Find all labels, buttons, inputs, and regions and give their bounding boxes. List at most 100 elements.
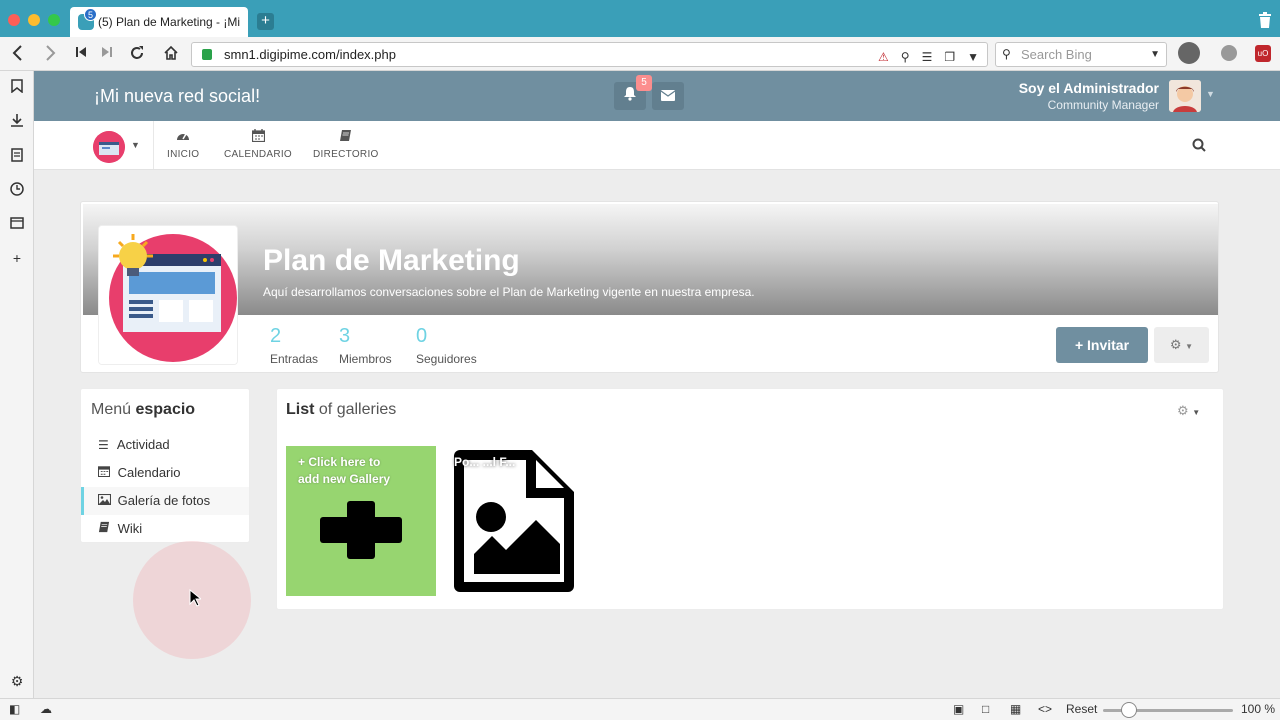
gallery-tile-photos[interactable]: Po... ...l F... [442,446,592,596]
stat-label: Seguidores [416,352,477,366]
menu-item-label: Calendario [117,465,181,480]
chevron-down-icon[interactable]: ▼ [131,140,140,150]
browser-address-bar: smn1.digipime.com/index.php ⚠ ⚲ ☰ ❐ ▼ ⚲ … [0,37,1280,71]
history-icon[interactable] [9,182,25,198]
user-role: Community Manager [1047,98,1159,112]
zoom-slider-handle[interactable] [1121,702,1137,718]
tracker-icon[interactable]: ⚠ [878,46,889,69]
close-window-button[interactable] [8,14,20,26]
invite-button[interactable]: + Invitar [1056,327,1148,363]
notes-icon[interactable] [9,148,25,164]
image-toggle-icon[interactable]: ▦ [1010,702,1021,716]
nav-item-calendario[interactable]: CALENDARIO [224,129,292,160]
browser-tab[interactable]: 5 (5) Plan de Marketing - ¡Mi [70,7,248,37]
nav-item-label: CALENDARIO [224,149,293,160]
gallery-title-rest: of galleries [318,401,397,418]
search-icon: ⚲ [1002,47,1011,61]
profile-icon[interactable] [1178,42,1200,64]
search-placeholder: Search Bing [1021,47,1092,62]
gallery-tile-label: Po... ...l F... [454,455,516,469]
calendar-icon [97,459,114,487]
nav-item-inicio[interactable]: INICIO [167,129,199,160]
messages-button[interactable] [652,82,684,110]
nav-item-label: DIRECTORIO [313,149,379,160]
back-icon[interactable] [8,45,26,63]
stat-label: Miembros [339,352,392,366]
bookmarks-icon[interactable] [9,79,25,95]
reload-icon[interactable] [128,45,146,63]
nav-item-directorio[interactable]: DIRECTORIO [313,129,379,160]
mouse-cursor-icon [189,588,203,612]
dashboard-icon [167,129,199,143]
browser-tab-bar: 5 (5) Plan de Marketing - ¡Mi + [0,0,1280,37]
fast-forward-icon[interactable] [98,45,116,63]
menu-item-calendario[interactable]: Calendario [81,459,249,487]
key-icon[interactable]: ⚲ [901,46,910,69]
search-icon[interactable] [1192,138,1206,155]
camera-icon[interactable]: ▣ [953,702,964,716]
gear-icon: ⚙ [1177,403,1189,418]
chevron-down-icon: ▼ [1192,408,1201,417]
menu-item-label: Wiki [117,521,143,536]
chevron-down-icon[interactable]: ▼ [1206,89,1215,99]
space-chooser-logo[interactable] [93,131,125,163]
tile-icon[interactable]: □ [982,702,989,716]
space-menu: Menú espacio ☰ Actividad Calendario Gale… [80,388,250,543]
nav-divider [153,121,154,169]
list-icon: ☰ [98,438,109,452]
avatar[interactable] [1169,80,1201,112]
url-input[interactable]: smn1.digipime.com/index.php ⚠ ⚲ ☰ ❐ ▼ [191,42,988,67]
new-tab-button[interactable]: + [257,13,274,30]
stat-miembros[interactable]: 3 Miembros [339,324,392,366]
download-icon[interactable] [9,113,25,129]
tab-favicon: 5 [78,8,97,30]
stat-value: 2 [270,325,282,347]
forward-icon[interactable] [42,45,60,63]
code-icon[interactable]: <> [1038,702,1052,716]
trash-icon[interactable] [1258,12,1272,28]
space-description: Aquí desarrollamos conversaciones sobre … [263,285,755,299]
plus-icon-bar [320,517,402,543]
menu-item-label: Galería de fotos [117,493,211,508]
minimize-window-button[interactable] [28,14,40,26]
stat-label: Entradas [270,352,319,366]
space-image [98,225,238,365]
browser-sidebar: + ⚙ [0,71,34,698]
stat-entradas[interactable]: 2 Entradas [270,324,318,366]
menu-title-bold: espacio [135,401,196,418]
site-title[interactable]: ¡Mi nueva red social! [94,86,260,107]
menu-item-actividad[interactable]: ☰ Actividad [81,431,249,459]
add-gallery-label: + Click here to add new Gallery [298,454,390,488]
chevron-down-icon[interactable]: ▼ [967,46,979,69]
gallery-settings-button[interactable]: ⚙ ▼ [1177,403,1200,419]
home-icon[interactable] [162,45,180,63]
stat-seguidores[interactable]: 0 Seguidores [416,324,477,366]
rewind-icon[interactable] [72,45,90,63]
extension-icon[interactable] [1221,45,1237,61]
add-gallery-tile[interactable]: + Click here to add new Gallery [286,446,436,596]
tab-badge: 5 [84,8,97,21]
window-icon[interactable] [9,216,25,232]
cloud-icon[interactable]: ☁ [40,702,52,716]
bookmark-icon[interactable]: ❐ [944,46,955,69]
add-panel-icon[interactable]: + [9,250,25,266]
settings-icon[interactable]: ⚙ [9,673,25,689]
book-icon [98,515,114,543]
stat-value: 0 [416,325,428,347]
reader-icon[interactable]: ☰ [922,46,933,69]
gallery-list-title: List of galleries [286,401,396,419]
ublock-icon[interactable]: uO [1255,45,1271,62]
menu-item-galeria[interactable]: Galería de fotos [81,487,249,515]
maximize-window-button[interactable] [48,14,60,26]
search-input[interactable]: ⚲ Search Bing ▼ [995,42,1167,67]
menu-item-wiki[interactable]: Wiki [81,515,249,543]
bell-icon [624,87,636,101]
panel-toggle-icon[interactable]: ◧ [9,702,20,716]
chevron-down-icon: ▼ [1185,342,1194,351]
zoom-reset-button[interactable]: Reset [1066,702,1097,716]
chevron-down-icon[interactable]: ▼ [1150,43,1160,66]
user-name[interactable]: Soy el Administrador [1019,80,1159,96]
space-settings-button[interactable]: ⚙ ▼ [1154,327,1209,363]
menu-title-prefix: Menú [91,401,132,418]
site-navigation: ▼ INICIO CALENDARIO DIRECTORIO [34,121,1280,170]
